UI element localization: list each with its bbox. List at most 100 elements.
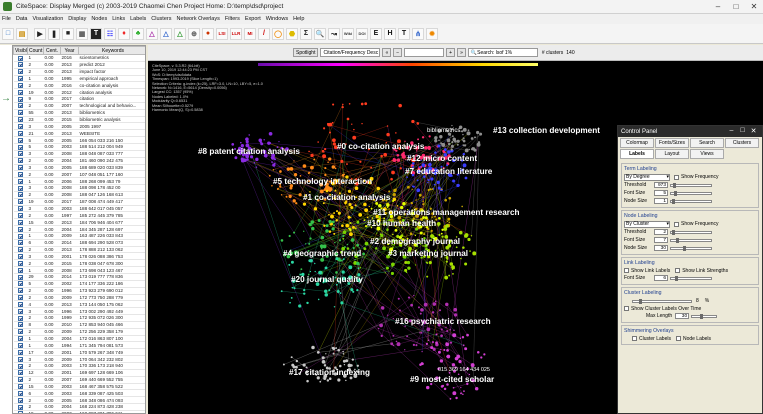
close-icon[interactable]: ✕ xyxy=(745,0,763,13)
pause-icon[interactable]: ❚ xyxy=(48,27,60,40)
visible-checkbox[interactable] xyxy=(13,239,28,247)
network-node[interactable] xyxy=(412,343,416,346)
network-node[interactable] xyxy=(415,264,417,266)
network-node[interactable] xyxy=(435,341,438,345)
network-node[interactable] xyxy=(392,344,395,347)
network-node[interactable] xyxy=(410,303,414,307)
maximize-icon[interactable]: □ xyxy=(727,0,745,13)
table-row[interactable]: 19 0.00 2003 168 087 201 796 611 xyxy=(13,410,145,413)
network-node[interactable] xyxy=(452,179,456,183)
network-node[interactable] xyxy=(376,232,378,234)
network-node[interactable] xyxy=(452,386,455,389)
network-node[interactable] xyxy=(446,349,449,352)
network-node[interactable] xyxy=(273,158,277,161)
network-node[interactable] xyxy=(471,147,476,151)
menu-display[interactable]: Display xyxy=(68,16,86,22)
network-node[interactable] xyxy=(435,136,438,139)
network-node[interactable] xyxy=(338,239,342,242)
burst-icon[interactable]: ✹ xyxy=(426,27,438,40)
network-node[interactable] xyxy=(328,230,332,233)
table-row[interactable]: 2 0.00 1997 185 272 445 379 785 xyxy=(13,211,145,220)
network-node[interactable] xyxy=(295,202,298,205)
network-node[interactable] xyxy=(341,224,344,228)
tab-views[interactable]: Views xyxy=(690,149,724,159)
table-row[interactable]: 3 0.00 2001 178 026 088 386 753 xyxy=(13,252,145,261)
network-node[interactable] xyxy=(298,304,302,308)
network-node[interactable] xyxy=(410,201,413,205)
network-node[interactable] xyxy=(417,138,420,141)
network-node[interactable] xyxy=(448,196,452,200)
network-node[interactable] xyxy=(271,161,273,163)
network-node[interactable] xyxy=(310,220,315,224)
network-node[interactable] xyxy=(421,350,423,353)
network-node[interactable] xyxy=(330,214,334,219)
network-node[interactable] xyxy=(308,222,312,226)
table-row[interactable]: 2 0.00 2015 178 038 047 678 300 xyxy=(13,259,145,268)
network-node[interactable] xyxy=(426,327,431,332)
cluster-label-12[interactable]: #12 micro content xyxy=(407,154,477,163)
network-node[interactable] xyxy=(393,188,397,193)
network-node[interactable] xyxy=(322,154,327,159)
network-node[interactable] xyxy=(345,223,350,228)
network-node[interactable] xyxy=(311,345,315,350)
shimmer-node-labels-checkbox[interactable] xyxy=(675,336,681,341)
cluster-label-11[interactable]: #11 operations management research xyxy=(373,208,520,217)
network-node[interactable] xyxy=(462,127,467,132)
visible-checkbox[interactable] xyxy=(13,81,28,90)
table-row[interactable]: 2 0.00 1999 172 935 072 026 300 xyxy=(13,314,145,322)
table-row[interactable]: 15 0.00 2003 168 467 358 575 522 xyxy=(13,383,145,391)
doi-icon[interactable]: DOI xyxy=(356,27,368,40)
search-field[interactable]: 🔍 Search: lsof 1% xyxy=(467,48,538,57)
network-node[interactable] xyxy=(419,363,422,366)
network-node[interactable] xyxy=(285,195,288,198)
cp-maximize-icon[interactable]: □ xyxy=(737,127,748,135)
network-node[interactable] xyxy=(320,235,325,240)
network-node[interactable] xyxy=(383,152,388,157)
network-node[interactable] xyxy=(313,158,316,161)
max-length-value[interactable]: 30 xyxy=(675,313,690,319)
network-node[interactable] xyxy=(464,234,468,238)
network-node[interactable] xyxy=(325,293,328,296)
zoom-icon[interactable]: ⊕ xyxy=(188,27,200,40)
network-node[interactable] xyxy=(308,171,311,174)
network-node[interactable] xyxy=(325,224,329,228)
visible-checkbox[interactable] xyxy=(13,61,28,69)
visible-checkbox[interactable] xyxy=(13,177,28,186)
run-icon[interactable]: ▶ xyxy=(34,27,46,40)
network-node[interactable] xyxy=(446,164,449,167)
show-over-time-checkbox[interactable] xyxy=(624,306,629,311)
network-node[interactable] xyxy=(386,314,389,316)
network-node[interactable] xyxy=(443,387,447,391)
network-node[interactable] xyxy=(319,380,322,383)
network-node[interactable] xyxy=(450,148,453,151)
network-node[interactable] xyxy=(452,391,457,396)
network-node[interactable] xyxy=(391,170,395,175)
table-row[interactable]: 2 0.00 2013 178 888 212 133 062 xyxy=(13,246,145,254)
network-node[interactable] xyxy=(456,183,460,188)
network-node[interactable] xyxy=(348,203,352,207)
term-show-frequency-checkbox[interactable] xyxy=(674,174,679,180)
network-node[interactable] xyxy=(392,158,395,161)
menu-filters[interactable]: Filters xyxy=(225,16,240,22)
visible-checkbox[interactable] xyxy=(13,191,28,199)
network-node[interactable] xyxy=(280,194,283,196)
network-node[interactable] xyxy=(308,150,310,153)
visible-checkbox[interactable] xyxy=(13,389,28,398)
show-link-labels-checkbox[interactable] xyxy=(624,268,629,273)
table-row[interactable]: 2 0.00 2003 170 336 173 218 940 xyxy=(13,362,145,370)
table-row[interactable]: 3 0.00 2005 2005 1997 xyxy=(13,122,145,131)
network-node[interactable] xyxy=(295,359,299,363)
menu-visualization[interactable]: Visualization xyxy=(33,16,64,22)
table-row[interactable]: 23 0.00 2015 bibliometric analysis xyxy=(13,116,145,124)
network-node[interactable] xyxy=(328,219,332,224)
network-node[interactable] xyxy=(483,353,486,356)
network-node[interactable] xyxy=(355,227,357,230)
network-node[interactable] xyxy=(363,219,366,222)
cluster-label-3[interactable]: #3 marketing journal xyxy=(388,249,468,258)
network-node[interactable] xyxy=(268,131,273,136)
tab-colormap[interactable]: Colormap xyxy=(620,138,654,148)
network-node[interactable] xyxy=(422,200,424,203)
menu-file[interactable]: File xyxy=(2,16,11,22)
network-node[interactable] xyxy=(451,135,454,138)
cluster-label-13[interactable]: #13 collection development xyxy=(493,126,600,135)
